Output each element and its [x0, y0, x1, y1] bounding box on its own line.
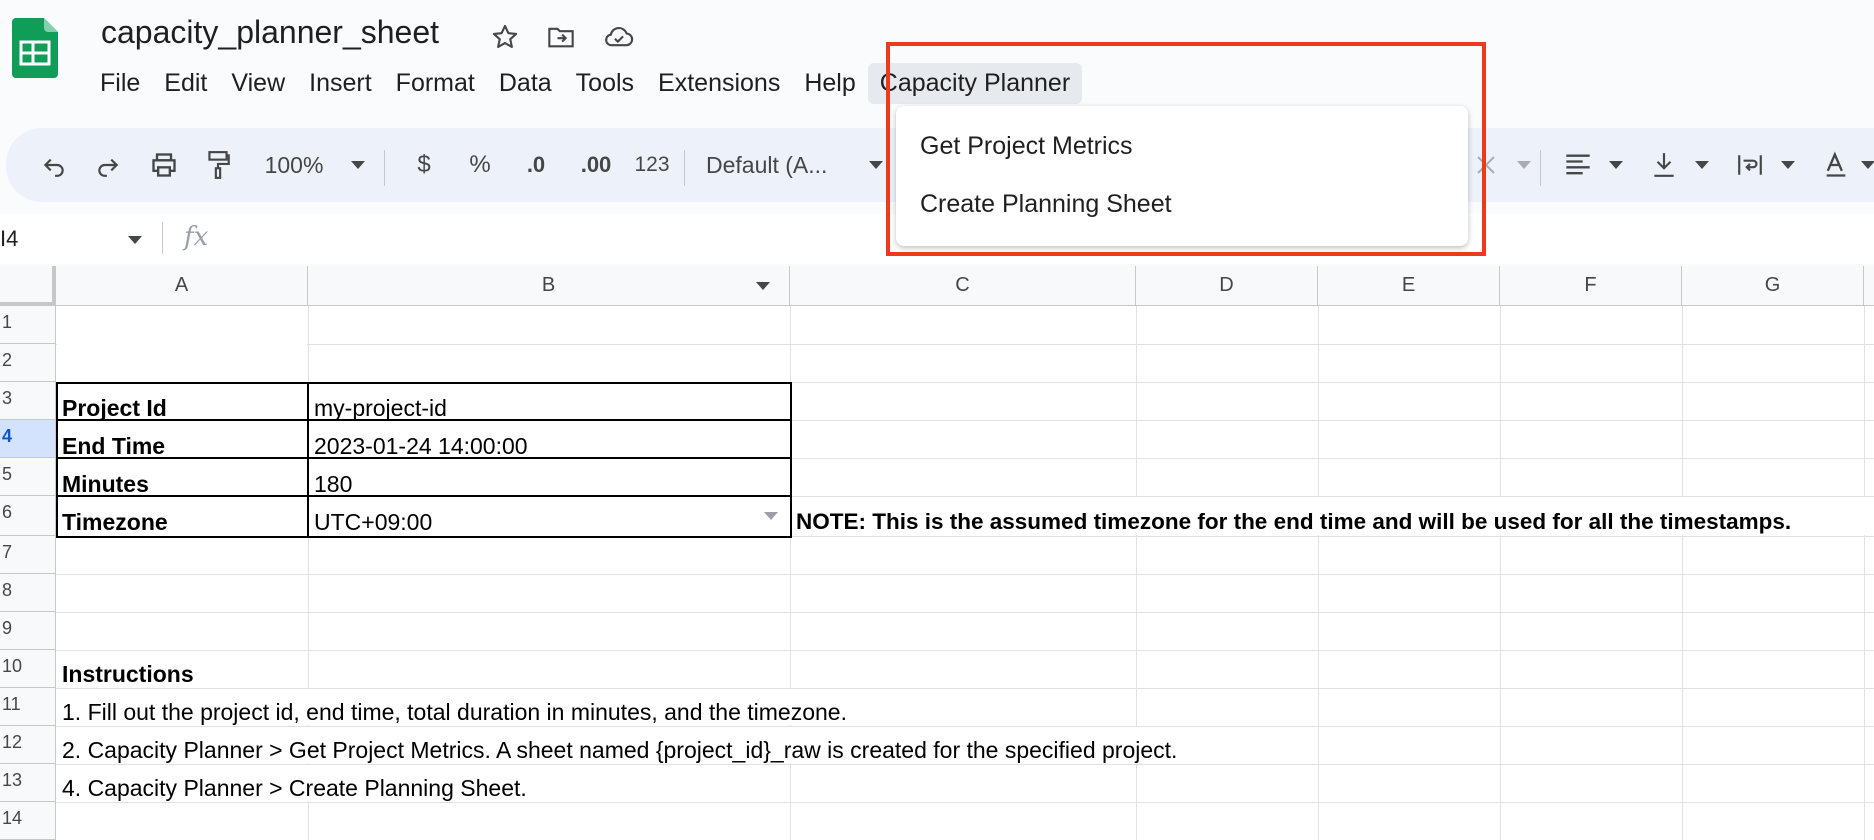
cell-a13[interactable]: 4. Capacity Planner > Create Planning Sh…: [62, 775, 527, 802]
gridline: [1318, 306, 1319, 840]
text-rotation-dropdown-icon[interactable]: [1856, 128, 1874, 202]
toolbar-divider: [1540, 150, 1541, 186]
column-header-b[interactable]: B: [308, 266, 790, 306]
decrease-decimal-button[interactable]: .0: [514, 128, 558, 202]
column-header-c[interactable]: C: [790, 266, 1136, 306]
gridline: [56, 802, 1874, 803]
menu-view[interactable]: View: [219, 63, 297, 104]
font-select[interactable]: Default (A...: [706, 128, 876, 202]
vertical-align-icon[interactable]: [1642, 128, 1686, 202]
star-icon[interactable]: [488, 20, 522, 54]
merge-dropdown-icon[interactable]: [1512, 128, 1536, 202]
menu-insert[interactable]: Insert: [297, 63, 384, 104]
undo-icon[interactable]: [32, 128, 76, 202]
row-header-10[interactable]: 10: [0, 650, 56, 688]
align-left-icon[interactable]: [1556, 128, 1600, 202]
zoom-select[interactable]: 100%: [258, 128, 330, 202]
menu-extensions[interactable]: Extensions: [646, 63, 792, 104]
cell-a10[interactable]: Instructions: [62, 661, 194, 688]
row-header-2[interactable]: 2: [0, 344, 56, 382]
cloud-saved-icon[interactable]: [602, 20, 636, 54]
row-header-11[interactable]: 11: [0, 688, 56, 726]
highlight-annotation-box: [886, 42, 1486, 256]
zoom-dropdown-icon[interactable]: [346, 128, 370, 202]
row-header-3[interactable]: 3: [0, 382, 56, 420]
text-wrap-dropdown-icon[interactable]: [1776, 128, 1800, 202]
gridline: [1682, 306, 1683, 840]
align-dropdown-icon[interactable]: [1604, 128, 1628, 202]
decrease-decimal-label: .0: [526, 152, 546, 177]
table-border: [307, 382, 309, 538]
document-title[interactable]: capacity_planner_sheet: [101, 14, 439, 51]
cell-a5[interactable]: Minutes: [62, 471, 149, 498]
column-header-g[interactable]: G: [1682, 266, 1864, 306]
row-header-8[interactable]: 8: [0, 574, 56, 612]
menu-tools[interactable]: Tools: [564, 63, 646, 104]
row-header-12[interactable]: 12: [0, 726, 56, 764]
column-header-e[interactable]: E: [1318, 266, 1500, 306]
gridline: [56, 344, 1874, 345]
currency-format-button[interactable]: $: [404, 128, 444, 202]
fx-icon: fx: [184, 222, 209, 252]
row-header-6[interactable]: 6: [0, 496, 56, 536]
cell-a3[interactable]: Project Id: [62, 395, 167, 422]
gridline: [1864, 306, 1865, 840]
column-header-f[interactable]: F: [1500, 266, 1682, 306]
toolbar-divider: [384, 150, 385, 186]
print-icon[interactable]: [142, 128, 186, 202]
merged-cell-a1-a2[interactable]: [57, 307, 307, 381]
menu-format[interactable]: Format: [384, 63, 487, 104]
increase-decimal-button[interactable]: .00: [570, 128, 622, 202]
column-header-a[interactable]: A: [56, 266, 308, 306]
redo-icon[interactable]: [86, 128, 130, 202]
column-header-d[interactable]: D: [1136, 266, 1318, 306]
font-dropdown-icon[interactable]: [864, 128, 888, 202]
percent-format-button[interactable]: %: [460, 128, 500, 202]
toolbar-divider: [684, 150, 685, 186]
text-wrap-icon[interactable]: [1728, 128, 1772, 202]
timezone-dropdown-icon[interactable]: [764, 512, 778, 520]
vertical-align-dropdown-icon[interactable]: [1690, 128, 1714, 202]
move-folder-icon[interactable]: [544, 20, 578, 54]
menu-data[interactable]: Data: [487, 63, 564, 104]
cell-b5[interactable]: 180: [314, 471, 352, 498]
row-header-1[interactable]: 1: [0, 306, 56, 344]
sheets-logo-icon[interactable]: [12, 18, 58, 78]
row-header-9[interactable]: 9: [0, 612, 56, 650]
name-box[interactable]: I4: [0, 226, 18, 252]
cell-c6-note[interactable]: NOTE: This is the assumed timezone for t…: [796, 509, 1791, 535]
cell-b6[interactable]: UTC+09:00: [314, 509, 432, 536]
row-header-4[interactable]: 4: [0, 420, 56, 458]
menu-edit[interactable]: Edit: [152, 63, 219, 104]
gridline: [1500, 306, 1501, 840]
column-header-h[interactable]: [1864, 266, 1874, 306]
menu-help[interactable]: Help: [792, 63, 867, 104]
column-header-b-label: B: [541, 274, 556, 296]
cell-b3[interactable]: my-project-id: [314, 395, 447, 422]
gridline: [56, 650, 1874, 651]
number-format-button[interactable]: 123: [626, 128, 678, 202]
text-rotation-icon[interactable]: [1814, 128, 1858, 202]
row-header-7[interactable]: 7: [0, 536, 56, 574]
increase-decimal-label: .00: [580, 152, 612, 177]
row-header-5[interactable]: 5: [0, 458, 56, 496]
select-all-corner[interactable]: [0, 266, 56, 306]
column-b-filter-icon[interactable]: [756, 282, 770, 290]
row-header-14[interactable]: 14: [0, 802, 56, 840]
cell-a6[interactable]: Timezone: [62, 509, 168, 536]
gridline: [56, 612, 1874, 613]
cell-b4[interactable]: 2023-01-24 14:00:00: [314, 433, 528, 460]
row-header-13[interactable]: 13: [0, 764, 56, 802]
cell-a12[interactable]: 2. Capacity Planner > Get Project Metric…: [62, 737, 1177, 764]
cell-a11[interactable]: 1. Fill out the project id, end time, to…: [62, 699, 847, 726]
formula-divider: [162, 222, 163, 254]
paint-format-icon[interactable]: [196, 128, 240, 202]
cell-a4[interactable]: End Time: [62, 433, 165, 460]
menu-file[interactable]: File: [88, 63, 152, 104]
gridline: [56, 574, 1874, 575]
table-border: [56, 495, 792, 497]
name-box-dropdown-icon[interactable]: [128, 236, 142, 244]
